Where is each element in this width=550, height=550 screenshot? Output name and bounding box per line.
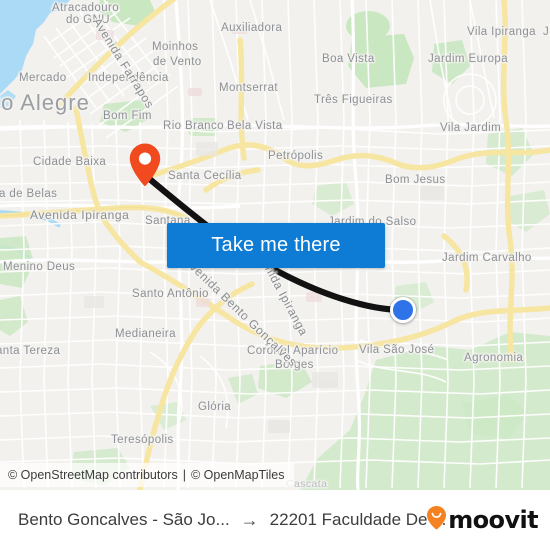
attribution-separator: | [182, 468, 186, 482]
route-origin-label: Bento Goncalves - São Jo... [18, 510, 230, 529]
footer-bar: Bento Goncalves - São Jo... → 22201 Facu… [0, 490, 550, 550]
route-destination-label: 22201 Faculdade De ... [269, 510, 447, 529]
moovit-logo[interactable]: moovit [426, 505, 539, 535]
map-canvas[interactable]: Atracadouro do GNU Auxiliadora Vila Ipirang… [0, 0, 550, 490]
moovit-wordmark: moovit [448, 506, 538, 534]
arrow-right-icon: → [240, 509, 259, 530]
take-me-there-button[interactable]: Take me there [167, 223, 385, 268]
map-attribution: © OpenStreetMap contributors | © OpenMap… [0, 463, 295, 487]
destination-pin-icon[interactable] [128, 142, 162, 188]
map-route-screen: Atracadouro do GNU Auxiliadora Vila Ipirang… [0, 0, 550, 550]
attribution-osm[interactable]: © OpenStreetMap contributors [8, 468, 178, 482]
moovit-pin-icon [426, 505, 447, 535]
attribution-maptiles[interactable]: © OpenMapTiles [191, 468, 285, 482]
route-summary: Bento Goncalves - São Jo... → 22201 Facu… [18, 510, 446, 531]
origin-location-dot[interactable] [390, 297, 416, 323]
